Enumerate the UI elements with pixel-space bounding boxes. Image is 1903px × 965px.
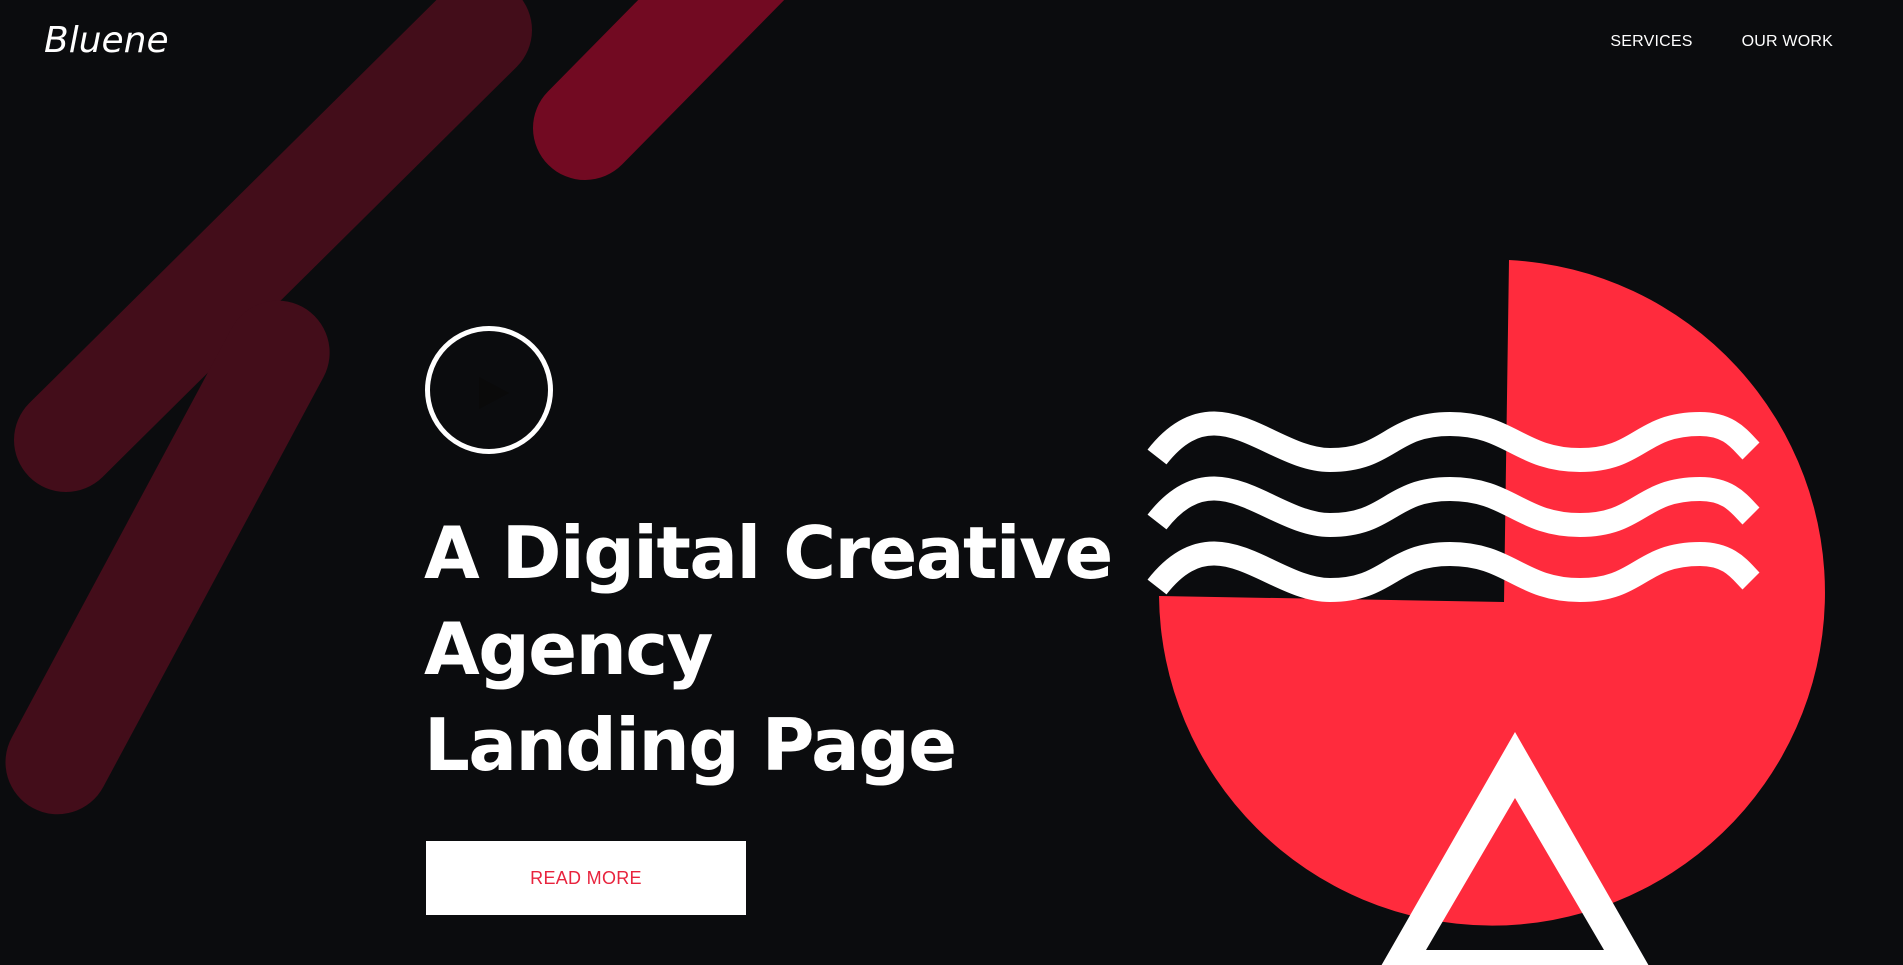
play-video-button[interactable]: [425, 326, 553, 454]
nav-item-our-work[interactable]: OUR WORK: [1742, 33, 1833, 51]
play-icon: [479, 377, 509, 409]
decorative-graphics: [5, 0, 1825, 965]
read-more-button[interactable]: READ MORE: [426, 841, 746, 915]
headline-line-1: A Digital Creative: [424, 511, 1113, 595]
hero-headline: A Digital Creative Agency Landing Page: [424, 505, 1113, 793]
diagonal-stripe-3: [533, 0, 785, 180]
nav-item-services[interactable]: SERVICES: [1610, 33, 1692, 51]
brand-logo[interactable]: Bluene: [44, 20, 169, 61]
landing-page: Bluene SERVICES OUR WORK A Digital Creat…: [0, 0, 1903, 965]
main-nav: SERVICES OUR WORK: [1610, 33, 1833, 51]
headline-line-2: Agency: [424, 607, 713, 691]
headline-line-3: Landing Page: [424, 703, 957, 787]
